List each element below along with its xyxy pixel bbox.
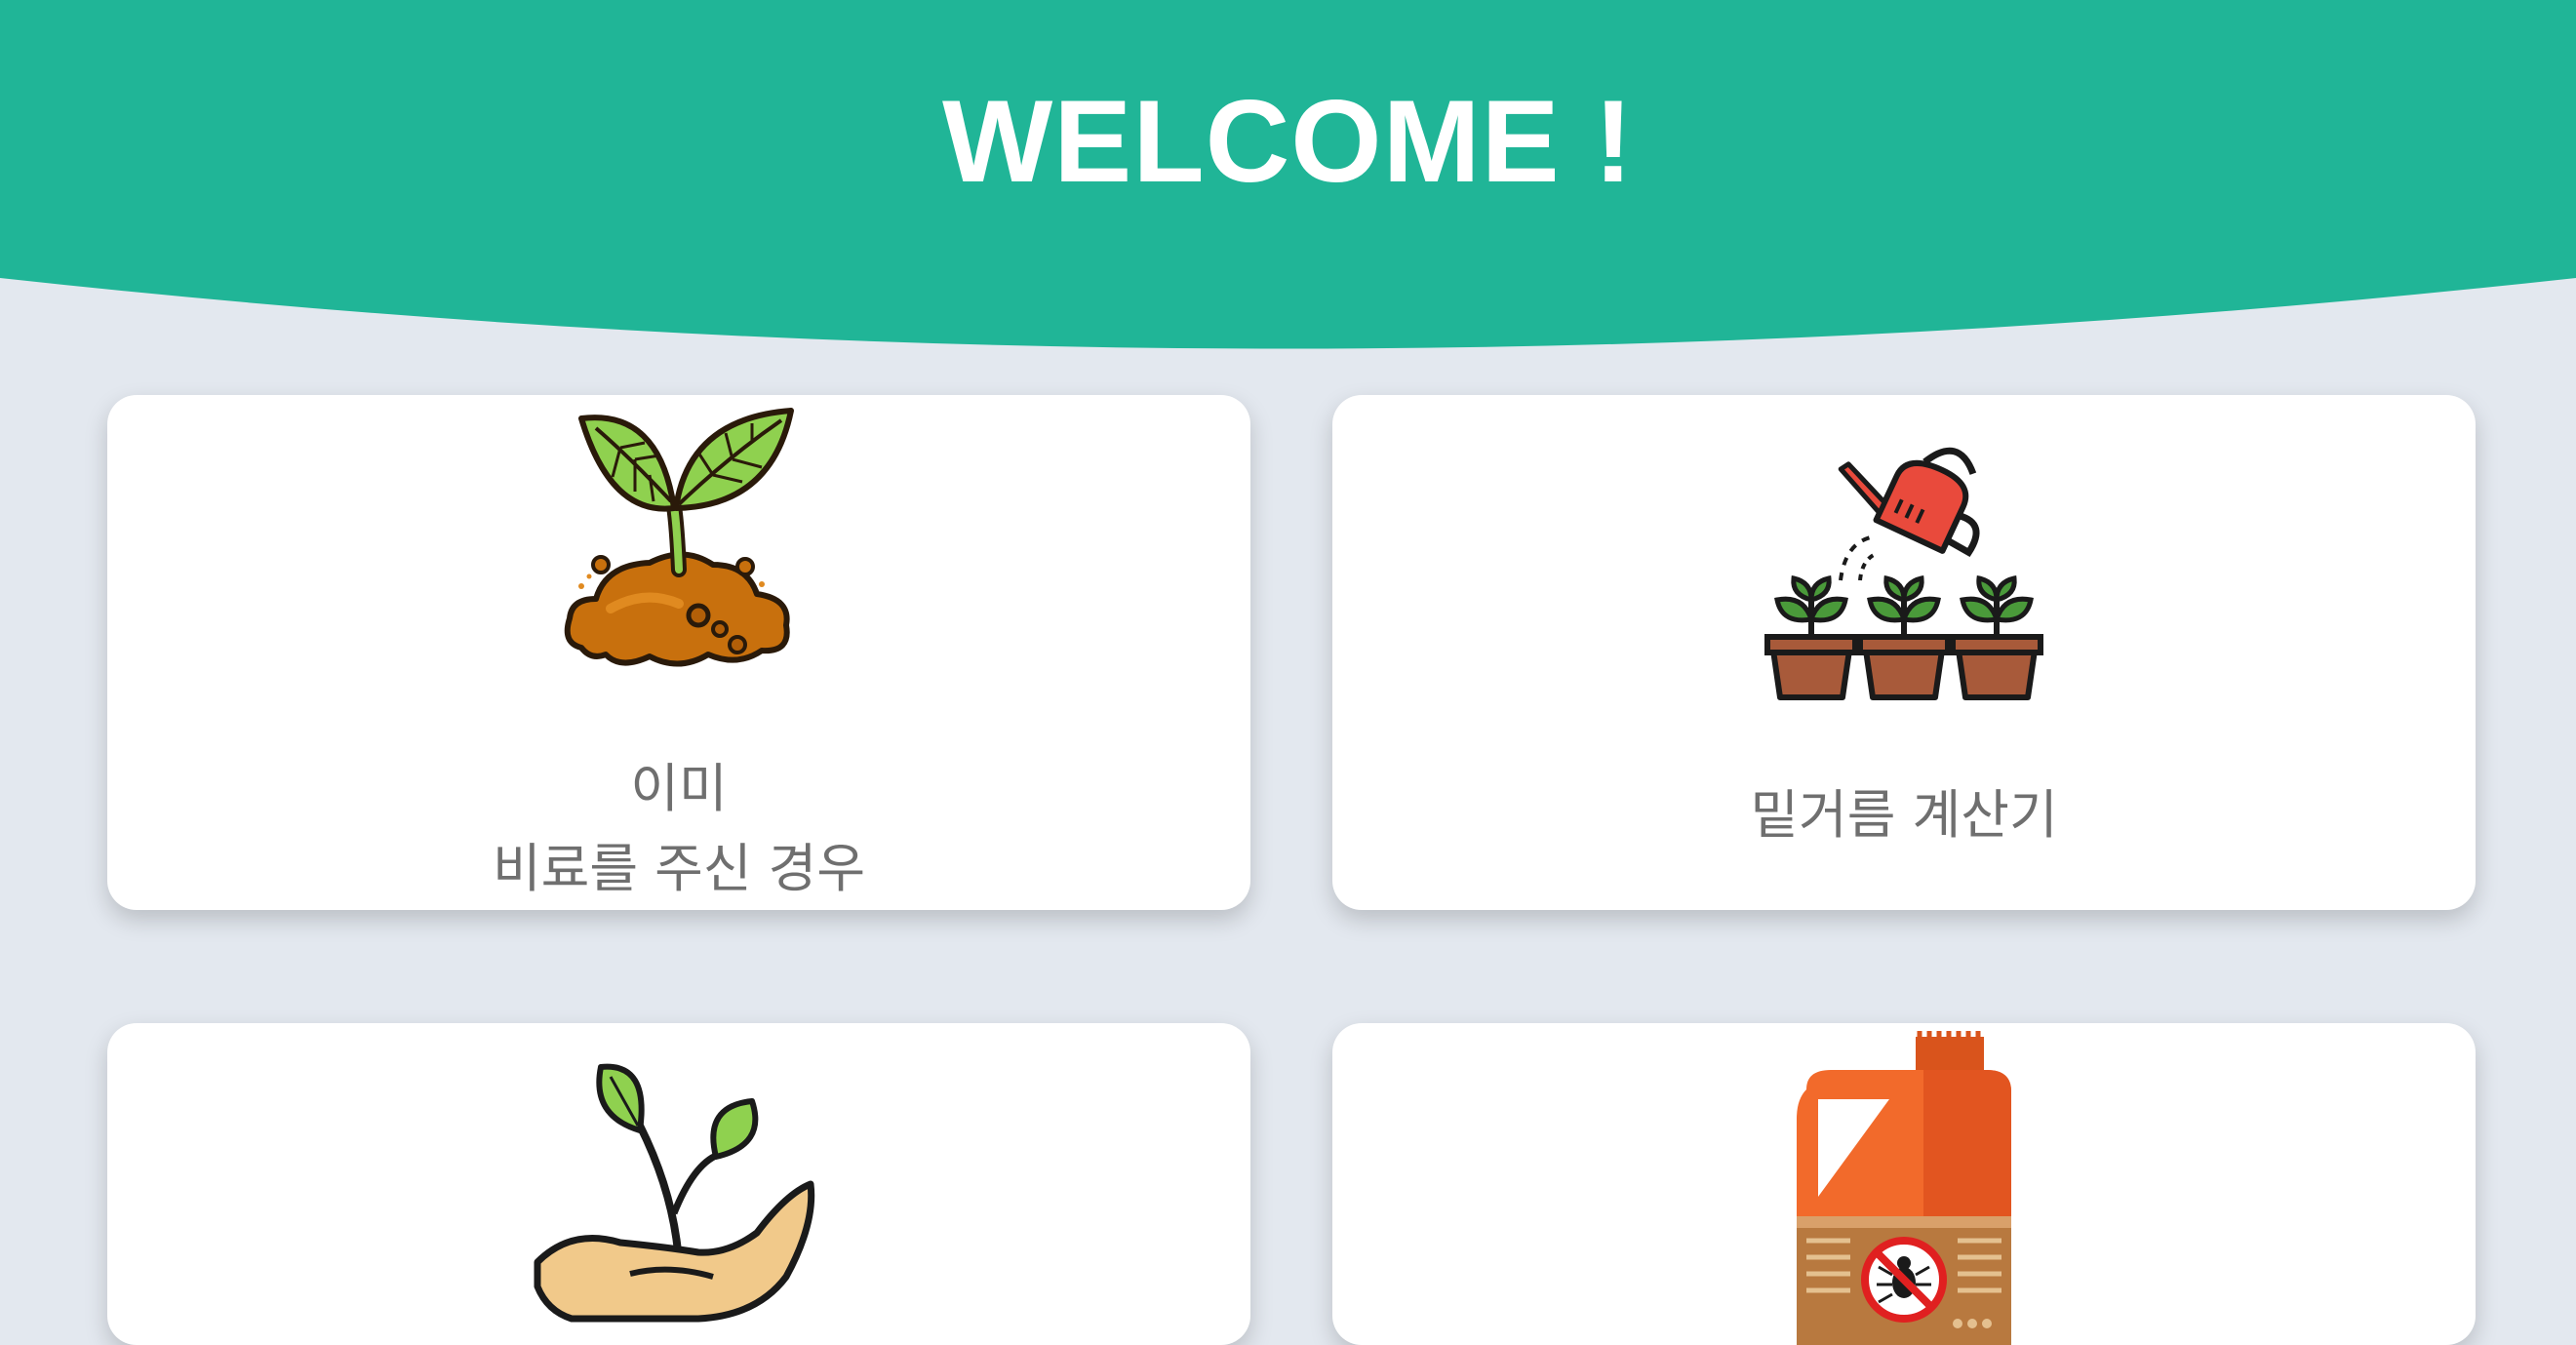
card-already-fertilized[interactable]: 이미 비료를 주신 경우 bbox=[107, 395, 1250, 910]
card-hand-sprout[interactable] bbox=[107, 1023, 1250, 1345]
card-pesticide[interactable] bbox=[1332, 1023, 2476, 1345]
page-title: WELCOME ! bbox=[942, 76, 1634, 207]
card-base-fertilizer-calculator[interactable]: 밑거름 계산기 bbox=[1332, 395, 2476, 910]
header-banner: WELCOME ! bbox=[0, 0, 2576, 361]
watering-can-plants-icon bbox=[1763, 444, 2045, 717]
seedling-soil-icon bbox=[552, 399, 806, 682]
card-label: 이미 비료를 주신 경우 bbox=[492, 758, 866, 899]
card-label: 밑거름 계산기 bbox=[1750, 784, 2058, 846]
pesticide-jug-icon bbox=[1777, 1031, 2031, 1345]
hand-sprout-icon bbox=[533, 1048, 825, 1345]
